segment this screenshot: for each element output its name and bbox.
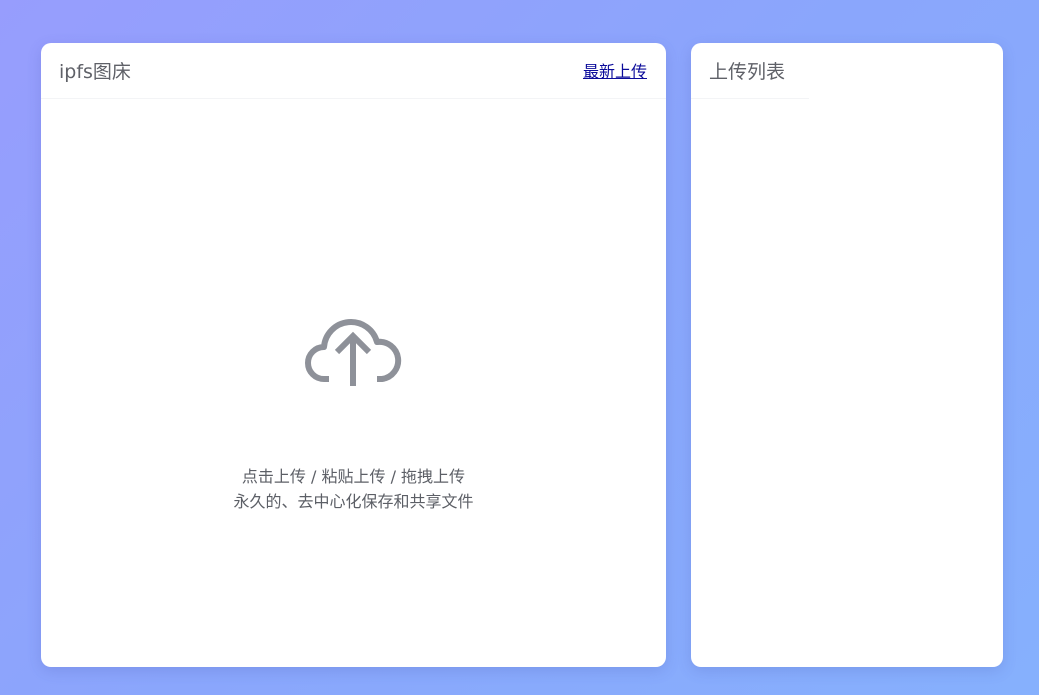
app-title: ipfs图床 [59,61,131,83]
upload-list-title: 上传列表 [709,61,786,83]
upload-card: ipfs图床 最新上传 点击上传 / 粘贴上传 / 拖拽上传 永久的、去中心化保… [41,43,666,667]
cloud-upload-icon [305,319,402,386]
upload-hint: 点击上传 / 粘贴上传 / 拖拽上传 [241,467,466,486]
upload-dropzone[interactable]: 点击上传 / 粘贴上传 / 拖拽上传 永久的、去中心化保存和共享文件 [41,99,666,667]
upload-list-card: 上传列表 [691,43,1003,667]
upload-description: 永久的、去中心化保存和共享文件 [233,492,474,511]
latest-uploads-link[interactable]: 最新上传 [583,61,647,83]
upload-list-header: 上传列表 [691,43,1003,99]
upload-card-header: ipfs图床 最新上传 [41,43,666,99]
